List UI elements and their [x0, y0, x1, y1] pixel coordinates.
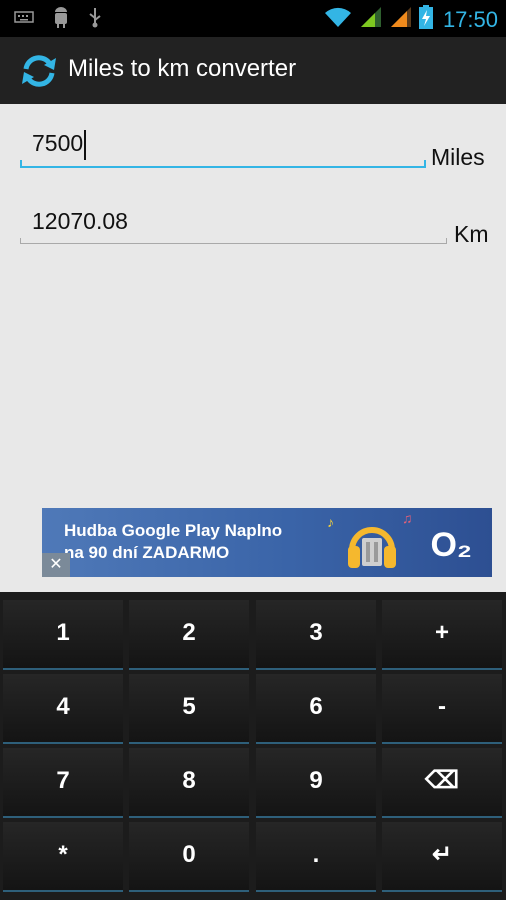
enter-icon: ↵	[431, 841, 453, 868]
key-5[interactable]: 5	[129, 674, 249, 744]
status-time: 17:50	[442, 6, 498, 32]
key-3[interactable]: 3	[256, 600, 376, 670]
miles-input-underline	[20, 160, 426, 168]
miles-input[interactable]: 7500	[20, 124, 426, 168]
usb-icon	[88, 6, 102, 33]
o2-logo: O₂	[430, 526, 472, 564]
status-bar: 17:50	[0, 0, 506, 37]
km-unit-label: Km	[454, 221, 489, 247]
app-title: Miles to km converter	[68, 55, 297, 82]
signal-roaming-icon	[389, 5, 413, 34]
music-notes-icon: ♪	[327, 514, 334, 530]
ad-subline: na 90 dní ZADARMO	[64, 543, 230, 562]
key-period[interactable]: .	[256, 822, 376, 892]
key-enter[interactable]: ↵	[382, 822, 502, 892]
wifi-icon	[323, 5, 353, 34]
headphones-icon	[342, 514, 402, 577]
km-output-underline	[20, 238, 447, 244]
key-backspace[interactable]: ⌫	[382, 748, 502, 818]
signal-icon	[359, 5, 383, 34]
km-value: 12070.08	[32, 208, 128, 234]
android-debug-icon	[52, 6, 70, 33]
key-6[interactable]: 6	[256, 674, 376, 744]
key-9[interactable]: 9	[256, 748, 376, 818]
key-7[interactable]: 7	[3, 748, 123, 818]
miles-unit-label: Miles	[431, 144, 485, 170]
miles-value: 7500	[32, 130, 84, 157]
keyboard-icon	[14, 10, 34, 29]
key-plus[interactable]: +	[382, 600, 502, 670]
key-2[interactable]: 2	[129, 600, 249, 670]
battery-charging-icon	[418, 5, 433, 34]
key-asterisk[interactable]: *	[3, 822, 123, 892]
key-1[interactable]: 1	[3, 600, 123, 670]
key-minus[interactable]: -	[382, 674, 502, 744]
ad-banner[interactable]: Hudba Google Play Naplno na 90 dní ZADAR…	[42, 508, 492, 577]
ad-close-button[interactable]: ✕	[42, 553, 70, 577]
key-4[interactable]: 4	[3, 674, 123, 744]
ad-headline: Hudba Google Play Naplno	[64, 521, 283, 540]
backspace-icon: ⌫	[425, 767, 459, 794]
numeric-keyboard: 1 2 3 + 4 5 6 - 7 8 9 ⌫ * 0 . ↵	[0, 592, 506, 900]
text-cursor	[84, 130, 87, 160]
converter-content: 7500 Miles 12070.08 Km Hudba Google Play…	[0, 104, 506, 592]
music-notes-icon: ♫	[402, 510, 413, 526]
refresh-icon[interactable]	[20, 52, 58, 90]
km-output-field[interactable]: 12070.08	[20, 202, 447, 244]
key-0[interactable]: 0	[129, 822, 249, 892]
action-bar: Miles to km converter	[0, 37, 506, 104]
key-8[interactable]: 8	[129, 748, 249, 818]
